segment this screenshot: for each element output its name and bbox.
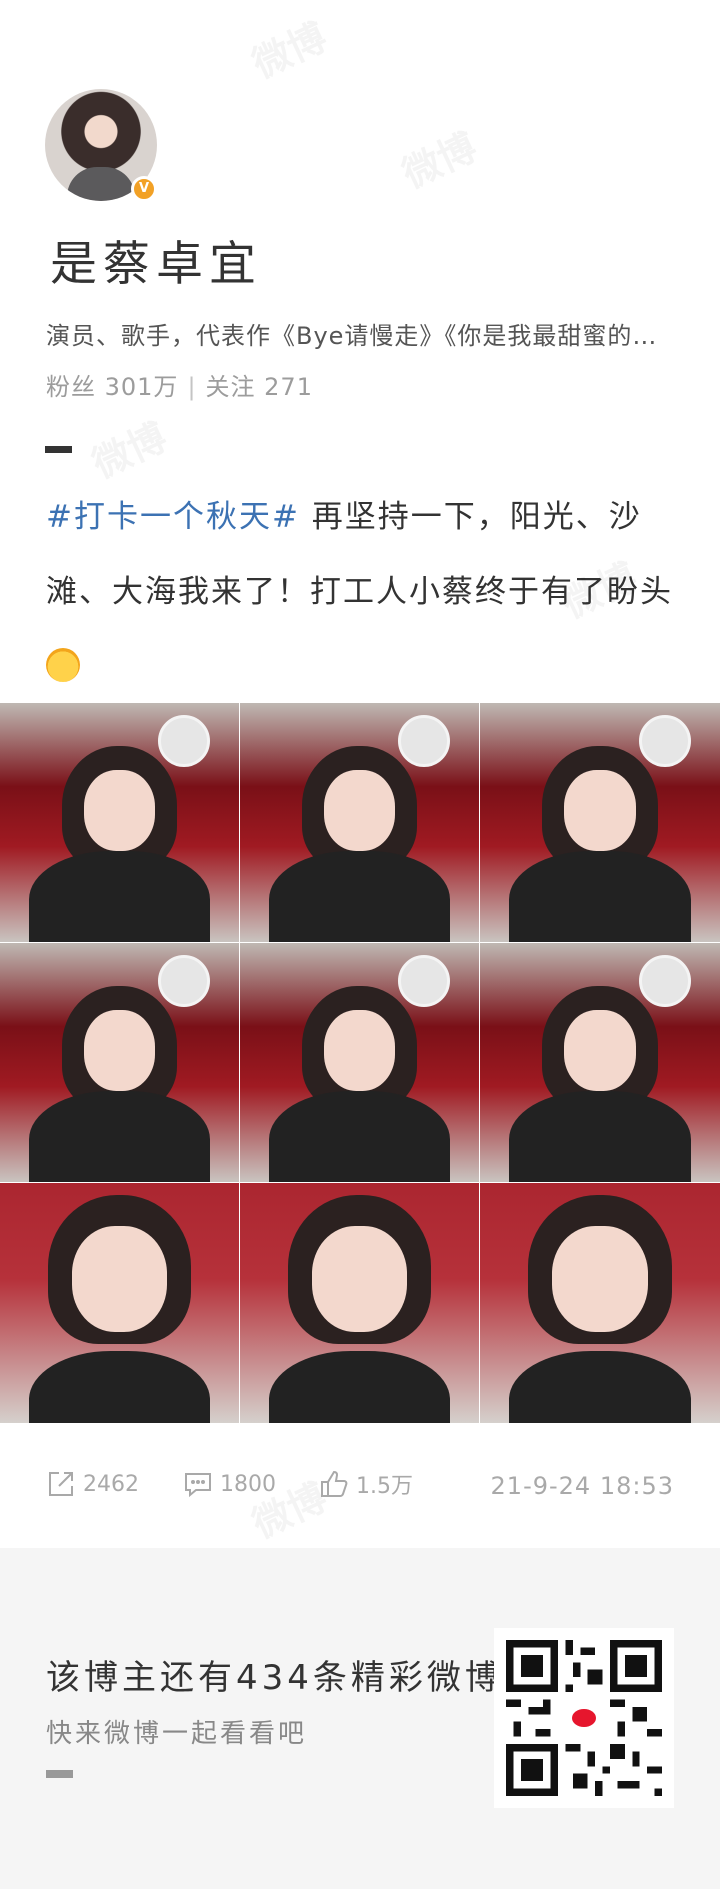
post-photo-3[interactable]: [480, 703, 720, 942]
post-photo-1[interactable]: [0, 703, 239, 942]
following-count[interactable]: 关注 271: [206, 373, 313, 401]
post-photo-7[interactable]: [0, 1183, 239, 1423]
post-timestamp: 21-9-24 18:53: [490, 1472, 674, 1500]
profile-stats: 粉丝 301万 | 关注 271: [46, 367, 313, 402]
post-photo-2[interactable]: [240, 703, 479, 942]
comment-button[interactable]: 1800: [182, 1468, 276, 1500]
share-button[interactable]: 2462: [45, 1468, 139, 1500]
post-photo-6[interactable]: [480, 943, 720, 1182]
share-icon: [49, 1472, 73, 1496]
profile-name[interactable]: 是蔡卓宜: [50, 225, 262, 294]
post-hashtag[interactable]: #打卡一个秋天#: [46, 499, 300, 535]
post-photo-5[interactable]: [240, 943, 479, 1182]
post-actions-bar: 2462 1800 1.5万 21-9-24 18:53: [0, 1460, 720, 1510]
share-count: 2462: [83, 1471, 139, 1497]
hot-face-emoji-icon: [46, 648, 80, 682]
like-count: 1.5万: [356, 1474, 413, 1499]
qr-code[interactable]: [494, 1628, 674, 1808]
stats-divider: |: [187, 373, 197, 401]
profile-bio: 演员、歌手，代表作《Bye请慢走》《你是我最甜蜜的…: [46, 322, 658, 350]
weibo-share-card: V 是蔡卓宜 演员、歌手，代表作《Bye请慢走》《你是我最甜蜜的… 粉丝 301…: [0, 0, 720, 1548]
footer-subtitle: 快来微博一起看看吧: [46, 1719, 308, 1749]
comment-count: 1800: [220, 1471, 276, 1497]
post-photo-4[interactable]: [0, 943, 239, 1182]
thumbs-up-icon: [321, 1470, 348, 1497]
like-button[interactable]: 1.5万: [318, 1468, 413, 1500]
section-divider: [45, 446, 72, 453]
comment-icon: [185, 1473, 211, 1498]
footer-title: 该博主还有434条精彩微博: [46, 1658, 503, 1698]
photo-grid: [0, 703, 720, 1423]
followers-count[interactable]: 粉丝 301万: [46, 373, 178, 401]
verified-badge: V: [131, 176, 157, 202]
post-photo-8[interactable]: [240, 1183, 479, 1423]
post-photo-9[interactable]: [480, 1183, 720, 1423]
footer-promo: 该博主还有434条精彩微博 快来微博一起看看吧: [0, 1548, 720, 1889]
footer-divider: [46, 1770, 73, 1778]
weibo-logo-icon: [566, 1700, 602, 1736]
post-text: #打卡一个秋天# 再坚持一下，阳光、沙滩、大海我来了！打工人小蔡终于有了盼头: [46, 480, 680, 705]
